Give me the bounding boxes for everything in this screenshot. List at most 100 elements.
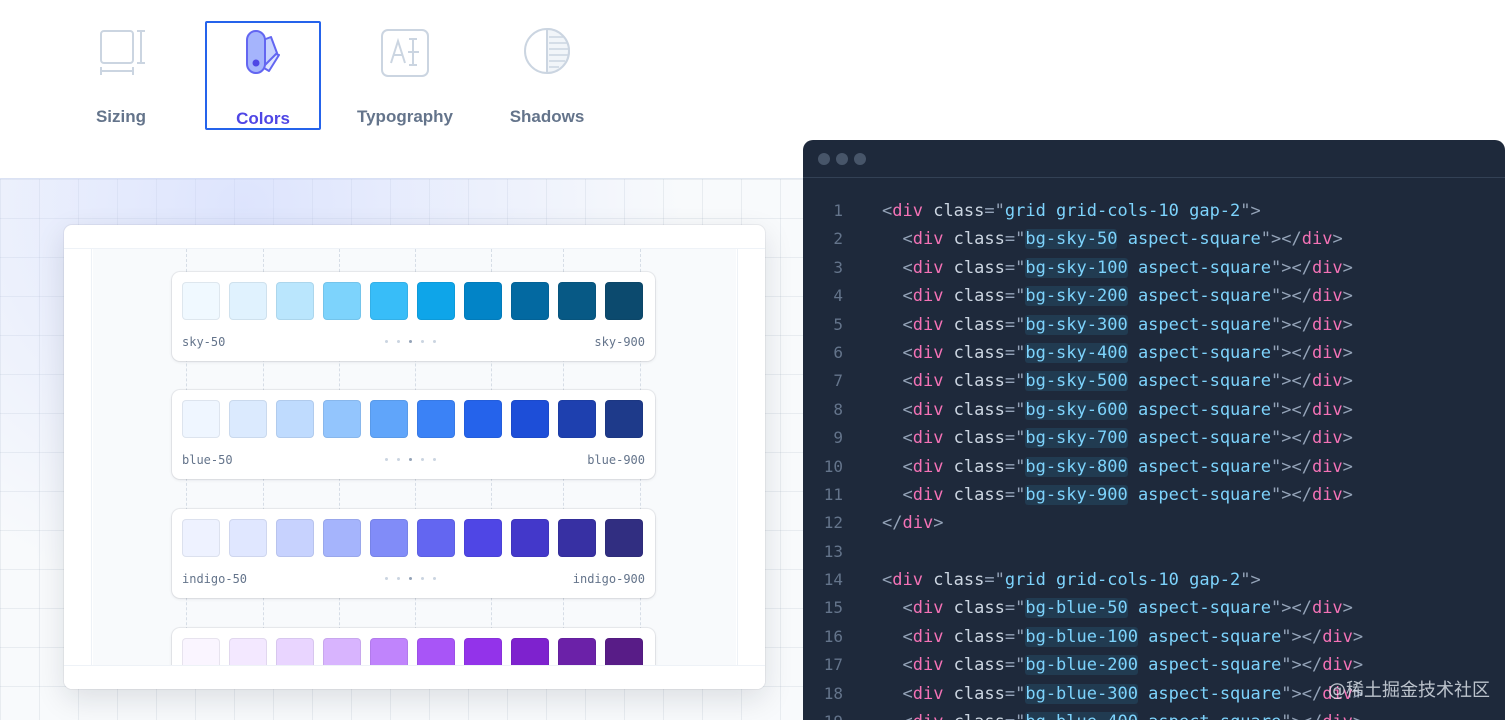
line-number: 7 (833, 371, 843, 391)
swatch-row (182, 282, 643, 320)
palette-end-label: blue-900 (587, 453, 645, 467)
code-line: 5 <div class="bg-sky-300 aspect-square">… (803, 311, 1505, 339)
code-text: <div class="bg-blue-300 aspect-square"><… (882, 683, 1364, 704)
tab-colors[interactable]: Colors (205, 21, 321, 130)
line-number: 5 (833, 314, 843, 334)
color-swatch (511, 519, 549, 557)
line-number: 19 (803, 708, 843, 720)
tab-colors-label: Colors (236, 109, 290, 128)
color-swatch (229, 638, 267, 665)
color-swatch (323, 400, 361, 438)
code-titlebar (803, 140, 1505, 178)
color-swatch (417, 638, 455, 665)
code-text: <div class="bg-sky-100 aspect-square"></… (882, 257, 1353, 278)
code-text: <div class="bg-sky-200 aspect-square"></… (882, 286, 1353, 307)
code-line: 4 <div class="bg-sky-200 aspect-square">… (803, 282, 1505, 310)
code-line: 1 <div class="grid grid-cols-10 gap-2"> (803, 197, 1505, 225)
color-swatch (182, 400, 220, 438)
tab-typography-label: Typography (356, 107, 454, 126)
line-number: 14 (823, 570, 843, 590)
palette-dots (385, 340, 436, 343)
color-swatch (417, 400, 455, 438)
palette-dots (385, 458, 436, 461)
code-line: 13 (803, 538, 1505, 566)
color-swatch (558, 282, 596, 320)
palette-start-label: sky-50 (182, 335, 226, 349)
line-number: 16 (823, 626, 843, 646)
line-number: 2 (833, 229, 843, 249)
code-text: <div class="bg-sky-500 aspect-square"></… (882, 371, 1353, 392)
code-text: <div class="grid grid-cols-10 gap-2"> (882, 570, 1261, 591)
code-text: </div> (882, 513, 944, 534)
sizing-icon (100, 30, 145, 75)
line-number: 1 (833, 201, 843, 220)
code-line: 14 <div class="grid grid-cols-10 gap-2"> (803, 566, 1505, 594)
line-number: 11 (823, 484, 843, 504)
color-swatch (464, 282, 502, 320)
color-swatch (605, 282, 643, 320)
preview-card-header (64, 225, 765, 249)
color-swatch (558, 638, 596, 665)
code-text: <div class="bg-sky-400 aspect-square"></… (882, 342, 1353, 363)
code-text: <div class="grid grid-cols-10 gap-2"> (882, 201, 1261, 221)
code-text: <div class="bg-blue-200 aspect-square"><… (882, 655, 1364, 676)
code-line: 6 <div class="bg-sky-400 aspect-square">… (803, 339, 1505, 367)
palette-dots (385, 577, 436, 580)
color-swatch (229, 282, 267, 320)
color-swatch (605, 519, 643, 557)
preview-card-gutter-left (64, 249, 92, 665)
color-swatch (276, 400, 314, 438)
color-swatch (276, 638, 314, 665)
color-swatch (605, 400, 643, 438)
color-swatch (182, 282, 220, 320)
code-line: 10 <div class="bg-sky-800 aspect-square"… (803, 453, 1505, 481)
palette-start-label: indigo-50 (182, 572, 248, 586)
window-dot-icon (836, 153, 848, 165)
color-swatch (558, 400, 596, 438)
code-line: 16 <div class="bg-blue-100 aspect-square… (803, 623, 1505, 651)
color-swatch (229, 400, 267, 438)
line-number: 12 (823, 513, 843, 533)
tab-shadows[interactable]: Shadows (489, 21, 605, 130)
color-swatch (417, 519, 455, 557)
window-dot-icon (854, 153, 866, 165)
color-swatch (511, 282, 549, 320)
code-text: <div class="bg-sky-300 aspect-square"></… (882, 314, 1353, 335)
color-swatch (323, 282, 361, 320)
color-swatch (511, 638, 549, 665)
color-swatch (511, 400, 549, 438)
code-line: 7 <div class="bg-sky-500 aspect-square">… (803, 367, 1505, 395)
color-swatch (182, 638, 220, 665)
color-swatch (370, 282, 408, 320)
line-number: 17 (823, 655, 843, 675)
color-swatch (276, 282, 314, 320)
color-palette (172, 628, 655, 665)
color-palette: sky-50 sky-900 (172, 272, 655, 361)
tab-shadows-label: Shadows (509, 107, 585, 126)
swatch-row (182, 519, 643, 557)
code-line: 19 <div class="bg-blue-400 aspect-square… (803, 708, 1505, 720)
tab-typography[interactable]: Typography (347, 21, 463, 130)
code-line: 8 <div class="bg-sky-600 aspect-square">… (803, 396, 1505, 424)
line-number: 13 (823, 541, 843, 561)
color-swatch (464, 638, 502, 665)
code-text: <div class="bg-sky-900 aspect-square"></… (882, 484, 1353, 505)
color-swatch (605, 638, 643, 665)
line-number: 6 (833, 342, 843, 362)
line-number: 8 (833, 399, 843, 419)
palette-stack: sky-50 sky-900 blue-50 blue-900 indigo-50 ind… (93, 249, 736, 665)
tab-sizing-label: Sizing (95, 107, 147, 126)
code-editor[interactable]: 1 <div class="grid grid-cols-10 gap-2"> 2 … (803, 197, 1505, 720)
color-swatch (464, 519, 502, 557)
tab-sizing[interactable]: Sizing (63, 21, 179, 130)
color-swatch (370, 400, 408, 438)
code-line: 2 <div class="bg-sky-50 aspect-square"><… (803, 225, 1505, 253)
code-text: <div class="bg-sky-50 aspect-square"></d… (882, 229, 1343, 250)
color-palette: blue-50 blue-900 (172, 390, 655, 479)
color-swatch (182, 519, 220, 557)
swatch-icon (246, 30, 280, 74)
code-line: 11 <div class="bg-sky-900 aspect-square"… (803, 481, 1505, 509)
code-line: 9 <div class="bg-sky-700 aspect-square">… (803, 424, 1505, 452)
color-swatch (370, 638, 408, 665)
color-swatch (276, 519, 314, 557)
